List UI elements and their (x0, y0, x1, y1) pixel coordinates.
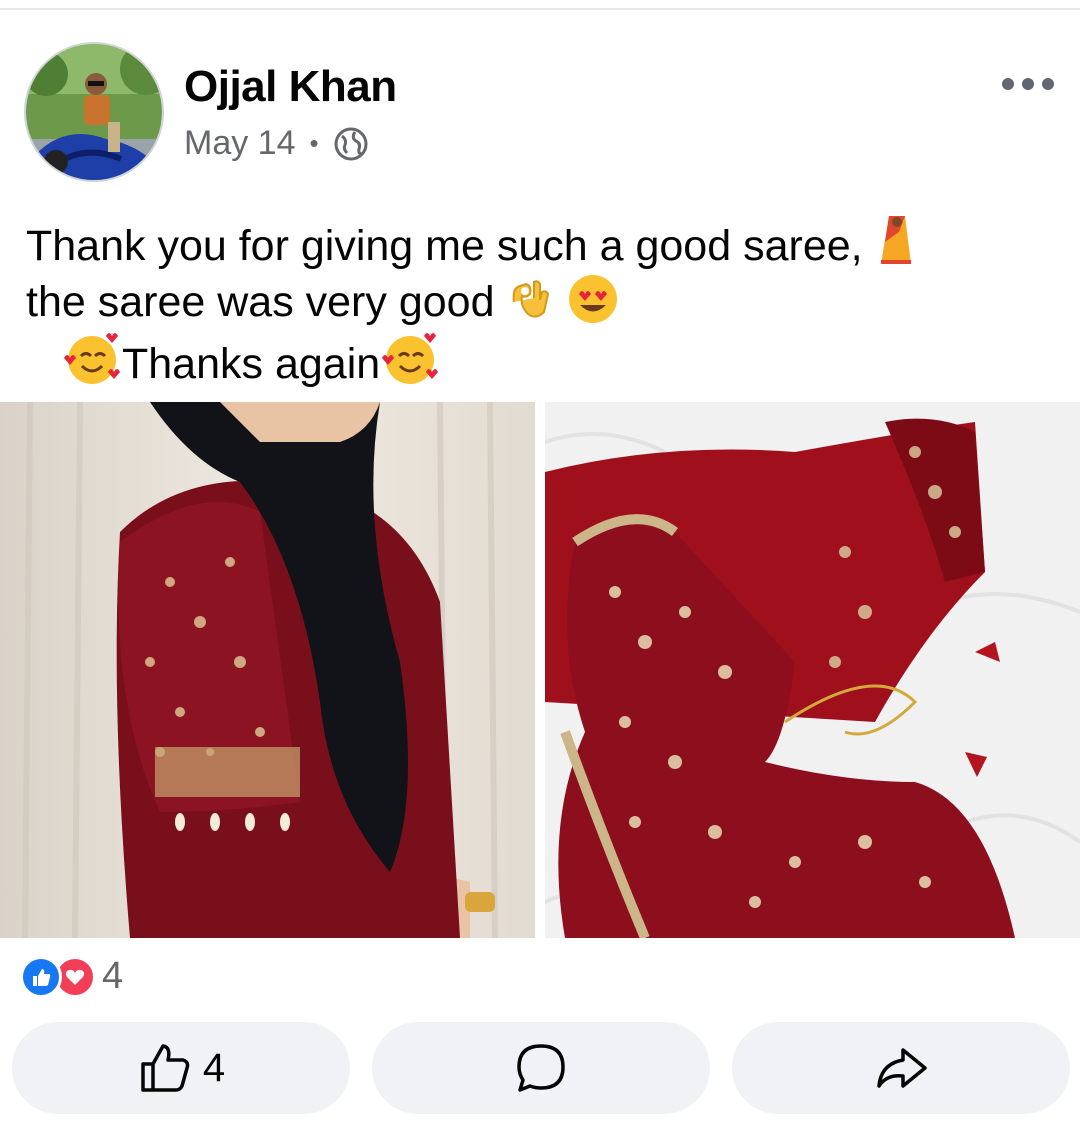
post-meta: May 14 • (184, 124, 369, 163)
post-photo-1[interactable] (0, 402, 535, 938)
photo-saree-flatlay (545, 402, 1080, 938)
post-text: Thank you for giving me such a good sare… (26, 212, 1056, 392)
smiling-face-with-hearts-emoji (64, 333, 120, 384)
meta-separator: • (309, 128, 319, 158)
globe-icon (334, 127, 368, 160)
thumbs-up-icon (141, 1044, 190, 1092)
more-options-button[interactable] (1002, 78, 1054, 90)
top-divider (0, 8, 1080, 10)
saree-emoji (880, 216, 911, 264)
more-dot-icon (1022, 78, 1034, 90)
share-icon (877, 1048, 927, 1088)
post-text-line3: Thanks again (122, 340, 381, 388)
like-button[interactable]: 4 (12, 1022, 350, 1114)
author-avatar[interactable] (24, 42, 164, 182)
author-name[interactable]: Ojjal Khan (184, 62, 397, 112)
more-dot-icon (1002, 78, 1014, 90)
smiling-face-with-hearts-emoji (382, 333, 439, 384)
reaction-count: 4 (102, 955, 124, 997)
more-dot-icon (1042, 78, 1054, 90)
ok-hand-emoji (513, 280, 550, 318)
like-reaction-icon (20, 955, 62, 998)
comment-icon (517, 1044, 565, 1092)
reactions-summary[interactable]: 4 (20, 955, 123, 998)
post-text-line2: the saree was very good (26, 278, 495, 326)
share-button[interactable] (732, 1022, 1070, 1114)
heart-eyes-emoji (569, 275, 618, 323)
post-date[interactable]: May 14 (184, 124, 296, 163)
comment-button[interactable] (372, 1022, 710, 1114)
photo-woman-blouse (0, 402, 535, 938)
like-count: 4 (202, 1045, 226, 1090)
post-text-line1: Thank you for giving me such a good sare… (26, 222, 863, 270)
post-photo-2[interactable] (545, 402, 1080, 938)
avatar-photo (26, 44, 162, 180)
